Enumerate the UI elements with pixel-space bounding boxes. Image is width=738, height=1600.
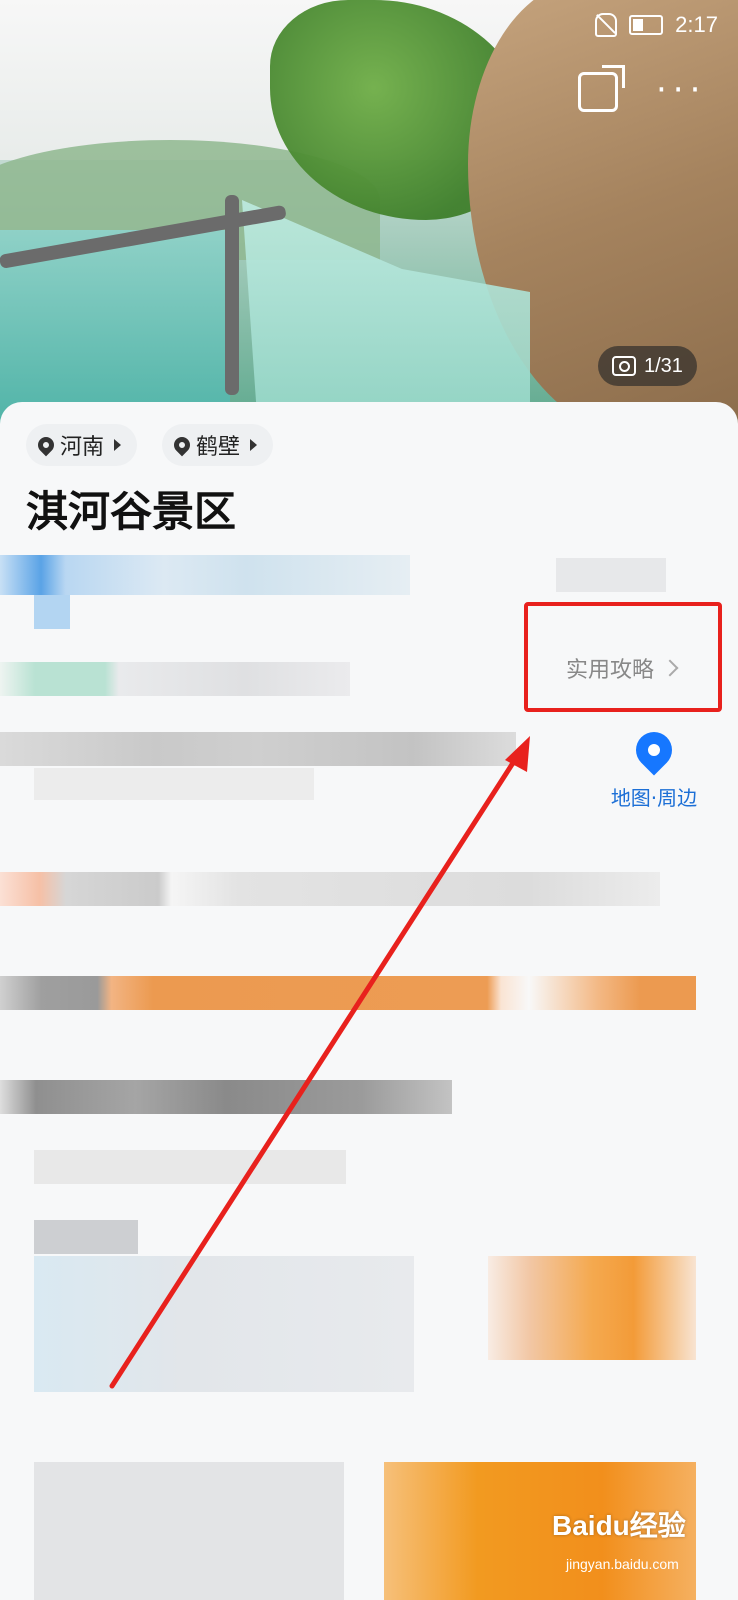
watermark-domain: jingyan.baidu.com — [566, 1556, 679, 1572]
annotation-arrow — [109, 736, 530, 1389]
watermark-logo: Baidu经验 — [552, 1510, 686, 1541]
